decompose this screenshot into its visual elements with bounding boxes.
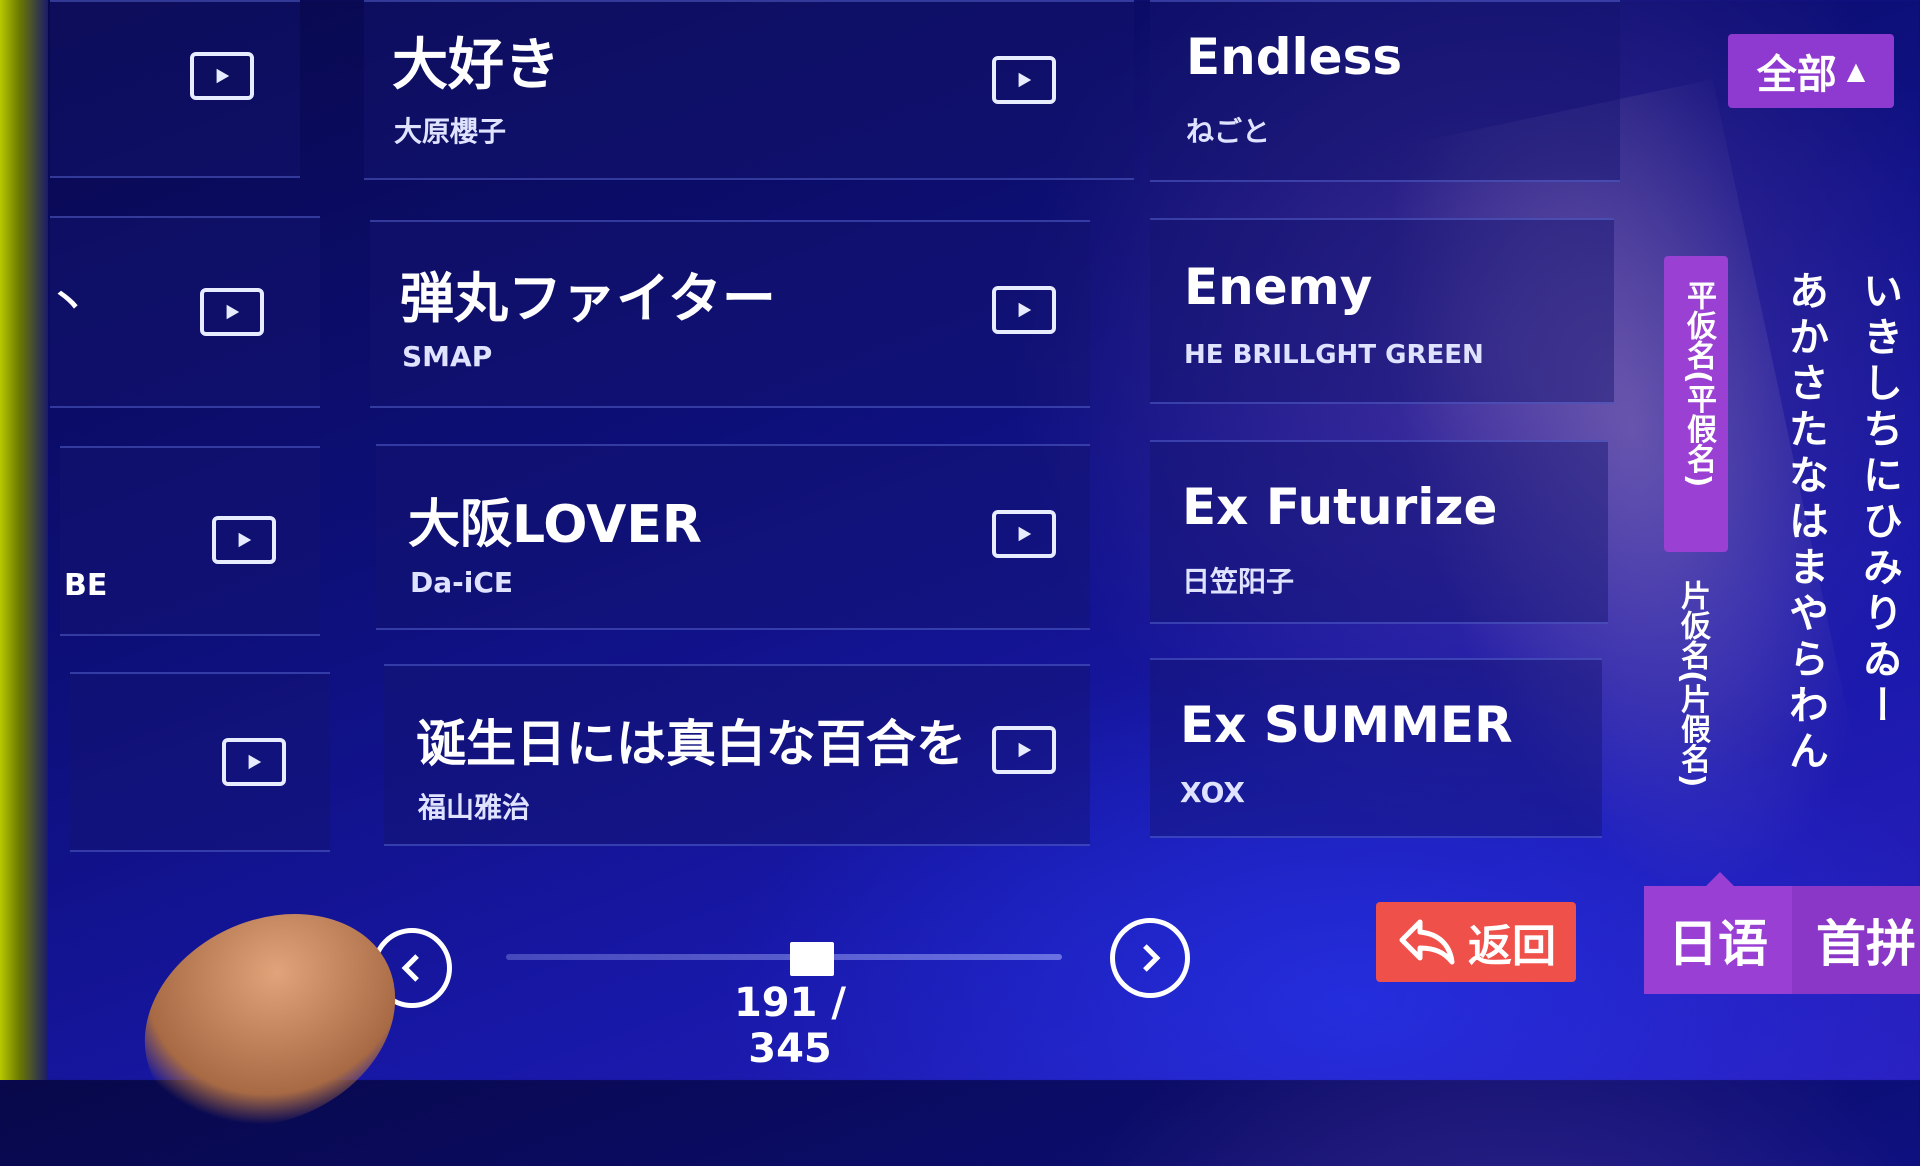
song-cell-partial[interactable] bbox=[60, 446, 320, 636]
back-label: 返回 bbox=[1468, 921, 1556, 972]
song-artist: 日笠阳子 bbox=[1182, 565, 1295, 598]
language-japanese-button[interactable]: 日语 bbox=[1644, 872, 1792, 994]
song-title: Ex SUMMER bbox=[1180, 696, 1513, 754]
play-preview-icon[interactable] bbox=[190, 52, 254, 100]
song-title: 大好き bbox=[392, 33, 560, 98]
screen-bezel bbox=[0, 0, 48, 1080]
play-preview-icon[interactable] bbox=[992, 726, 1056, 774]
play-preview-icon[interactable] bbox=[992, 286, 1056, 334]
dropdown-up-icon: ▲ bbox=[1846, 57, 1866, 85]
song-title: Endless bbox=[1186, 28, 1403, 86]
play-preview-icon[interactable] bbox=[992, 56, 1056, 104]
filter-all-button[interactable]: 全部 ▲ bbox=[1728, 34, 1894, 108]
song-artist: HE BRILLGHT GREEN bbox=[1184, 340, 1484, 370]
song-title: 弾丸ファイター bbox=[400, 267, 776, 330]
song-title: 诞生日には真白な百合を bbox=[416, 715, 966, 773]
song-artist: 福山雅治 bbox=[418, 791, 531, 824]
play-preview-icon[interactable] bbox=[212, 516, 276, 564]
page-progress-track[interactable] bbox=[506, 954, 1062, 960]
song-artist: SMAP bbox=[402, 340, 493, 373]
song-artist: 大原櫻子 bbox=[394, 115, 507, 148]
page-indicator: 191 / 345 bbox=[700, 980, 880, 1072]
song-title: Enemy bbox=[1184, 258, 1373, 316]
tab-hiragana-label: 平仮名(平假名) bbox=[1681, 280, 1716, 488]
play-preview-icon[interactable] bbox=[992, 510, 1056, 558]
next-page-button[interactable] bbox=[1110, 918, 1190, 998]
song-artist: XOX bbox=[1180, 776, 1245, 809]
kana-index-column[interactable]: いきしちにひみりゐー bbox=[1850, 270, 1908, 730]
song-title: 大阪LOVER bbox=[408, 495, 702, 555]
song-cell-partial[interactable] bbox=[50, 216, 320, 408]
play-preview-icon[interactable] bbox=[222, 738, 286, 786]
first-letter-label: 首拼 bbox=[1816, 915, 1916, 973]
kana-index-column[interactable]: あかさたなはまやらわん bbox=[1776, 270, 1834, 776]
cut-off-mark: 丶 bbox=[48, 280, 88, 326]
first-letter-search-button[interactable]: 首拼 bbox=[1792, 886, 1920, 994]
back-button[interactable]: 返回 bbox=[1376, 902, 1576, 982]
play-preview-icon[interactable] bbox=[200, 288, 264, 336]
filter-all-label: 全部 bbox=[1756, 52, 1837, 98]
user-finger bbox=[109, 874, 431, 1166]
song-artist: ねごと bbox=[1186, 115, 1271, 148]
current-page: 191 bbox=[733, 980, 818, 1026]
total-pages: 345 bbox=[748, 1026, 832, 1072]
page-progress-thumb[interactable] bbox=[790, 942, 834, 976]
song-cell-partial[interactable] bbox=[50, 0, 300, 178]
song-title: Ex Futurize bbox=[1182, 478, 1498, 536]
tab-katakana[interactable]: 片仮名(片假名) bbox=[1670, 580, 1714, 787]
cut-off-artist-fragment: BE bbox=[64, 568, 108, 603]
page-separator: / bbox=[831, 980, 847, 1026]
back-arrow-icon bbox=[1399, 919, 1455, 965]
language-label: 日语 bbox=[1668, 915, 1768, 973]
song-artist: Da-iCE bbox=[410, 566, 514, 599]
song-cell-partial[interactable] bbox=[70, 672, 330, 852]
